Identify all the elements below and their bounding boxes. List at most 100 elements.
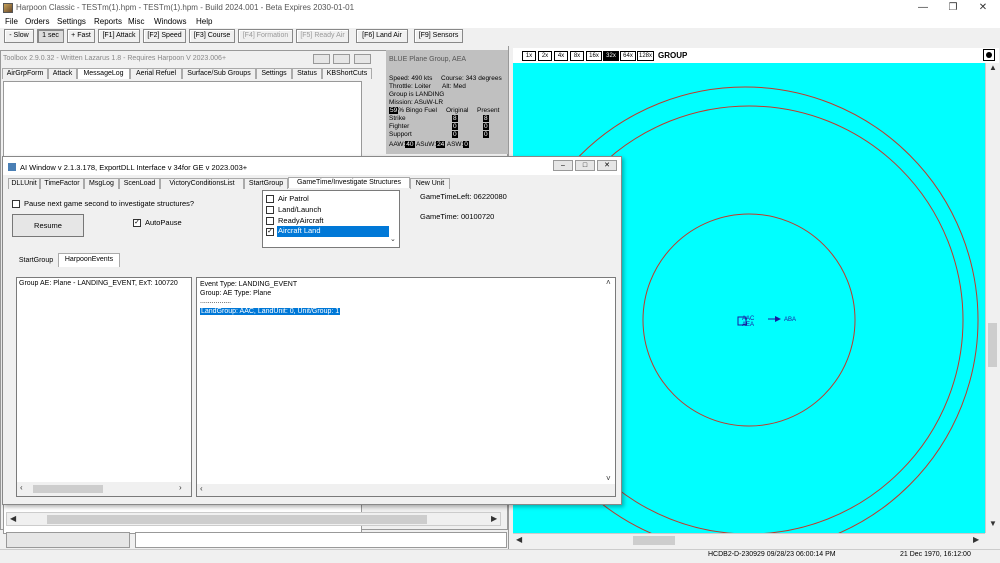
fast-button[interactable]: + Fast bbox=[67, 29, 95, 43]
detail-scroll-up-icon[interactable]: ˄ bbox=[606, 278, 611, 287]
land-air-button[interactable]: [F6] Land Air bbox=[356, 29, 408, 43]
tab-gametime-investigate[interactable]: GameTime/Investigate Structures bbox=[288, 177, 410, 188]
toolbox-close-button[interactable] bbox=[354, 54, 371, 64]
event-item[interactable]: Land/Launch bbox=[278, 205, 321, 214]
menu-settings[interactable]: Settings bbox=[57, 17, 86, 26]
asw-label: ASW: bbox=[446, 141, 464, 148]
tab-kbshortcuts[interactable]: KBShortCuts bbox=[322, 68, 372, 79]
event-listbox[interactable]: Air Patrol Land/Launch ReadyAircraft ✓ A… bbox=[262, 190, 400, 248]
zoom-32x[interactable]: 32x bbox=[603, 51, 619, 61]
tab-dllunit[interactable]: DLLUnit bbox=[8, 178, 40, 189]
tab-aerial-refuel[interactable]: Aerial Refuel bbox=[130, 68, 182, 79]
ready-air-button[interactable]: [F5] Ready Air bbox=[296, 29, 349, 43]
bingo-value: 59 bbox=[389, 107, 399, 114]
detail-line: ................ bbox=[200, 298, 232, 305]
event-detail-memo[interactable]: Event Type: LANDING_EVENT Group: AE Type… bbox=[196, 277, 616, 497]
slow-button[interactable]: - Slow bbox=[4, 29, 34, 43]
detail-scroll-down-icon[interactable]: ˅ bbox=[606, 474, 611, 483]
formation-button[interactable]: [F4] Formation bbox=[238, 29, 293, 43]
detail-scroll-left-icon[interactable]: ‹ bbox=[200, 484, 203, 493]
tab-startgroup[interactable]: StartGroup bbox=[244, 178, 288, 189]
menu-file[interactable]: File bbox=[5, 17, 18, 26]
one-sec-button[interactable]: 1 sec bbox=[37, 29, 64, 43]
toolbox-hscrollbar[interactable]: ◀ ▶ bbox=[6, 512, 501, 526]
zoom-8x[interactable]: 8x bbox=[570, 51, 584, 61]
event-item-selected[interactable]: Aircraft Land bbox=[277, 226, 389, 237]
info-row-present: 8 bbox=[483, 115, 489, 122]
tab-surface-sub-groups[interactable]: Surface/Sub Groups bbox=[182, 68, 256, 79]
event-item[interactable]: Air Patrol bbox=[278, 194, 309, 203]
tab-scenload[interactable]: ScenLoad bbox=[119, 178, 160, 189]
autopause-checkbox[interactable]: ✓ bbox=[133, 219, 141, 227]
scroll-right-icon[interactable]: ▶ bbox=[973, 535, 979, 544]
toolbox-input[interactable] bbox=[135, 532, 507, 548]
event-scroll-down-icon[interactable]: ⌄ bbox=[390, 235, 396, 243]
tab-msglog[interactable]: MsgLog bbox=[84, 178, 119, 189]
maximize-button[interactable]: ❐ bbox=[938, 2, 968, 14]
toolbox-minimize-button[interactable] bbox=[313, 54, 330, 64]
events-scroll-right-icon[interactable]: › bbox=[179, 483, 182, 492]
zoom-16x[interactable]: 16x bbox=[586, 51, 602, 61]
menu-misc[interactable]: Misc bbox=[128, 17, 144, 26]
subtab-startgroup[interactable]: StartGroup bbox=[14, 256, 58, 267]
detail-hscrollbar[interactable]: ‹ bbox=[197, 484, 615, 496]
menu-windows[interactable]: Windows bbox=[154, 17, 186, 26]
zoom-4x[interactable]: 4x bbox=[554, 51, 568, 61]
event-checkbox[interactable] bbox=[266, 217, 274, 225]
event-checkbox[interactable] bbox=[266, 195, 274, 203]
detail-line-selected[interactable]: LandGroup: AAC, LandUnit: 0, Unit/Group:… bbox=[200, 308, 341, 315]
tab-messagelog[interactable]: MessageLog bbox=[77, 68, 130, 79]
minimize-button[interactable]: — bbox=[908, 2, 938, 14]
scroll-up-icon[interactable]: ▲ bbox=[989, 63, 997, 72]
zoom-64x[interactable]: 64x bbox=[620, 51, 636, 61]
ai-minimize-button[interactable]: – bbox=[553, 160, 573, 171]
info-col-present: Present bbox=[477, 107, 500, 114]
toolbox-scroll-right-icon[interactable]: ▶ bbox=[491, 514, 497, 523]
toolbox-scroll-left-icon[interactable]: ◀ bbox=[10, 514, 16, 523]
zoom-1x[interactable]: 1x bbox=[522, 51, 536, 61]
menu-orders[interactable]: Orders bbox=[25, 17, 49, 26]
event-checkbox[interactable] bbox=[266, 206, 274, 214]
course-button[interactable]: [F3] Course bbox=[189, 29, 235, 43]
map-horizontal-scrollbar[interactable]: ◀ ▶ bbox=[513, 533, 985, 547]
pause-checkbox[interactable] bbox=[12, 200, 20, 208]
tab-timefactor[interactable]: TimeFactor bbox=[40, 178, 84, 189]
speed-button[interactable]: [F2] Speed bbox=[143, 29, 186, 43]
events-scroll-left-icon[interactable]: ‹ bbox=[20, 483, 23, 492]
map-vertical-scrollbar[interactable]: ▲ ▼ bbox=[985, 63, 999, 533]
attack-button[interactable]: [F1] Attack bbox=[98, 29, 140, 43]
tab-victoryconditionslist[interactable]: VictoryConditionsList bbox=[160, 178, 244, 189]
sensors-button[interactable]: [F9] Sensors bbox=[414, 29, 463, 43]
toolbox-hscroll-thumb[interactable] bbox=[47, 515, 427, 524]
events-list-hscrollbar[interactable]: ‹ › bbox=[17, 482, 191, 496]
event-item[interactable]: ReadyAircraft bbox=[278, 216, 323, 225]
subtab-harpoonevents[interactable]: HarpoonEvents bbox=[58, 253, 120, 267]
ai-maximize-button[interactable]: □ bbox=[575, 160, 595, 171]
close-button[interactable]: ✕ bbox=[968, 2, 998, 14]
info-altitude: Alt: Med bbox=[442, 83, 466, 90]
info-row-original: 0 bbox=[452, 123, 458, 130]
tab-attack[interactable]: Attack bbox=[48, 68, 77, 79]
map-record-button[interactable] bbox=[983, 49, 995, 61]
tab-new-unit[interactable]: New Unit bbox=[410, 178, 450, 189]
menu-help[interactable]: Help bbox=[196, 17, 212, 26]
events-hscroll-thumb[interactable] bbox=[33, 485, 103, 493]
zoom-2x[interactable]: 2x bbox=[538, 51, 552, 61]
resume-button[interactable]: Resume bbox=[12, 214, 84, 237]
info-row-label: Fighter bbox=[389, 123, 410, 130]
scroll-down-icon[interactable]: ▼ bbox=[989, 519, 997, 528]
toolbox-maximize-button[interactable] bbox=[333, 54, 350, 64]
scroll-left-icon[interactable]: ◀ bbox=[516, 535, 522, 544]
ai-close-button[interactable]: ✕ bbox=[597, 160, 617, 171]
menu-reports[interactable]: Reports bbox=[94, 17, 122, 26]
info-bingo-row: 59% Bingo Fuel bbox=[389, 107, 437, 114]
tab-settings[interactable]: Settings bbox=[256, 68, 292, 79]
map-vscroll-thumb[interactable] bbox=[988, 323, 997, 367]
tab-airgrpform[interactable]: AirGrpForm bbox=[2, 68, 48, 79]
tab-status[interactable]: Status bbox=[292, 68, 322, 79]
map-hscroll-thumb[interactable] bbox=[633, 536, 675, 545]
events-list[interactable]: Group AE: Plane - LANDING_EVENT, ExT: 10… bbox=[16, 277, 192, 497]
event-checkbox[interactable]: ✓ bbox=[266, 228, 274, 236]
events-list-item[interactable]: Group AE: Plane - LANDING_EVENT, ExT: 10… bbox=[19, 280, 178, 287]
zoom-128x[interactable]: 128x bbox=[637, 51, 654, 61]
